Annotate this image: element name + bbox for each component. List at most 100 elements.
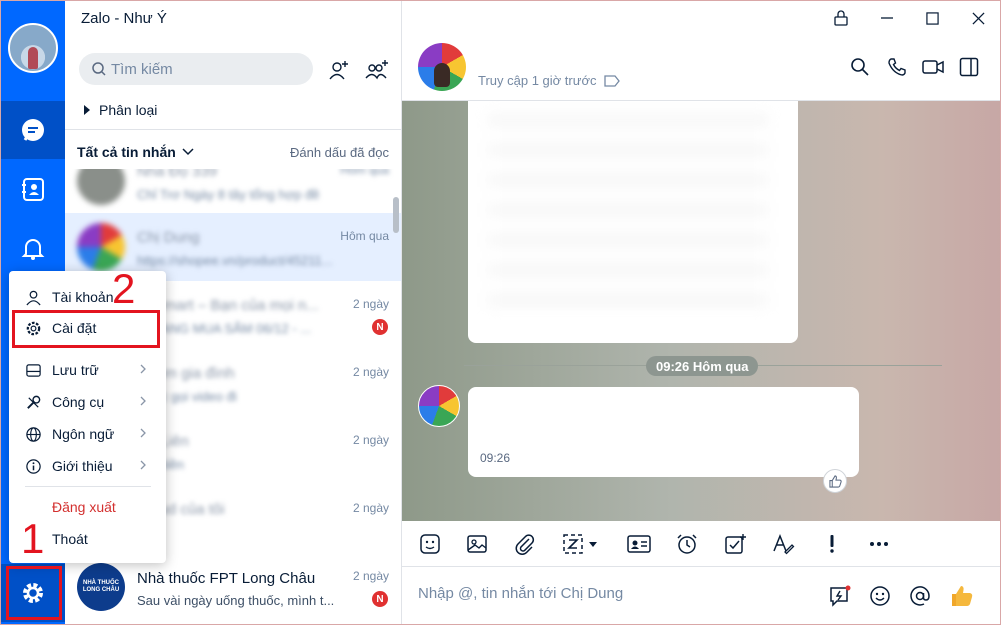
search-icon	[92, 62, 106, 76]
menu-item-label: Tài khoản	[52, 289, 114, 305]
mark-all-read-link[interactable]: Đánh dấu đã đọc	[290, 145, 389, 160]
time-divider-label: 09:26 Hôm qua	[646, 356, 759, 376]
conversation-time: 2 ngày	[352, 365, 389, 379]
classify-toggle[interactable]: Phân loại	[83, 102, 157, 118]
search-box[interactable]	[79, 53, 313, 85]
exclamation-icon	[830, 535, 834, 553]
unread-badge: N	[372, 319, 388, 335]
image-button[interactable]	[464, 531, 490, 557]
composer-toolbar	[402, 521, 1000, 567]
reminder-button[interactable]	[674, 531, 700, 557]
bell-icon	[21, 239, 45, 260]
maximize-icon	[925, 11, 939, 25]
list-item[interactable]: NHÀ THUỐC LONG CHÂU Nhà thuốc FPT Long C…	[65, 553, 401, 621]
message-bubble[interactable]	[468, 101, 798, 343]
tag-icon[interactable]	[604, 74, 621, 87]
chevron-right-icon	[140, 460, 146, 470]
add-group-icon	[365, 60, 388, 80]
add-user-icon	[329, 61, 348, 80]
settings-highlight-box	[12, 310, 160, 348]
lock-button[interactable]	[830, 7, 852, 29]
step-2-label: 2	[112, 265, 136, 312]
video-camera-icon	[922, 60, 944, 74]
close-button[interactable]	[967, 7, 989, 29]
screenshot-button[interactable]	[560, 531, 604, 557]
close-icon	[971, 11, 985, 25]
list-item[interactable]: Nhà Đọ 339 Chỉ Trơ Ngày 8 tây tổng hợp đ…	[65, 169, 401, 215]
contact-card-icon	[627, 535, 651, 553]
sticker-button[interactable]	[417, 531, 443, 557]
video-call-button[interactable]	[921, 55, 945, 79]
menu-item-label: Lưu trữ	[52, 362, 99, 378]
contact-avatar[interactable]	[418, 385, 460, 427]
menu-item-tools[interactable]: Công cụ	[9, 387, 166, 417]
search-input[interactable]	[111, 60, 301, 78]
avatar	[77, 223, 125, 271]
quick-message-button[interactable]	[827, 583, 853, 609]
chevron-right-icon	[140, 364, 146, 374]
user-icon	[26, 290, 41, 305]
phone-icon	[888, 58, 906, 76]
mark-urgent-button[interactable]	[819, 531, 845, 557]
voice-call-button[interactable]	[885, 55, 909, 79]
send-contact-card-button[interactable]	[625, 531, 653, 557]
notifications-tab[interactable]	[1, 219, 65, 277]
minimize-button[interactable]	[876, 7, 898, 29]
task-check-icon	[725, 534, 746, 554]
screenshot-icon	[563, 534, 597, 554]
react-like-button[interactable]	[823, 469, 847, 493]
menu-item-language[interactable]: Ngôn ngữ	[9, 419, 166, 449]
attach-file-button[interactable]	[512, 531, 538, 557]
sidebar-panel-icon	[959, 57, 979, 77]
add-friend-button[interactable]	[326, 57, 352, 83]
emoji-button[interactable]	[867, 583, 893, 609]
mention-button[interactable]	[907, 583, 933, 609]
conversation-snippet: https://shopee.vn/product/45211...	[137, 253, 333, 268]
chevron-right-icon	[140, 428, 146, 438]
gear-highlight-box	[6, 566, 62, 620]
thumbs-up-icon	[828, 474, 842, 488]
menu-item-label: Công cụ	[52, 394, 105, 410]
window-title: Zalo - Như Ý	[81, 10, 167, 27]
conversation-snippet: ...	[137, 525, 357, 540]
message-input[interactable]	[418, 585, 808, 602]
info-icon	[26, 458, 41, 474]
menu-divider	[25, 486, 151, 487]
alarm-clock-icon	[677, 534, 697, 554]
message-bubble[interactable]: 09:26	[468, 387, 859, 477]
conversation-time: 2 ngày	[352, 501, 389, 515]
search-chat-button[interactable]	[848, 55, 872, 79]
conversation-name: Hồ Liên	[137, 433, 189, 450]
contact-status: Truy cập 1 giờ trước	[478, 73, 621, 88]
chevron-right-icon	[140, 396, 146, 406]
more-options-button[interactable]	[866, 531, 892, 557]
toggle-info-panel-button[interactable]	[957, 55, 981, 79]
send-like-button[interactable]	[949, 583, 975, 609]
menu-item-account[interactable]: Tài khoản	[9, 282, 166, 312]
globe-icon	[26, 426, 41, 442]
maximize-button[interactable]	[921, 7, 943, 29]
task-button[interactable]	[722, 531, 748, 557]
message-filter-dropdown[interactable]: Tất cả tin nhắn	[77, 144, 194, 160]
list-scrollbar[interactable]	[393, 197, 399, 233]
contact-avatar[interactable]	[418, 43, 466, 91]
classify-label: Phân loại	[99, 102, 158, 118]
chevron-down-icon	[182, 148, 194, 156]
conversation-name: Nhà Đọ 339	[137, 169, 218, 180]
message-thread: 09:26 Hôm qua 09:26	[402, 101, 1000, 521]
menu-item-about[interactable]: Giới thiệu	[9, 451, 166, 481]
conversation-name: Nhà thuốc FPT Long Châu	[137, 570, 316, 587]
conversation-name: Nhóm gia đình	[137, 365, 235, 382]
create-group-button[interactable]	[364, 57, 390, 83]
text-format-button[interactable]	[770, 531, 796, 557]
contacts-tab[interactable]	[1, 160, 65, 218]
text-format-icon	[773, 533, 795, 555]
last-seen-text: Truy cập 1 giờ trước	[478, 73, 597, 88]
list-header: Tất cả tin nhắn Đánh dấu đã đọc	[65, 129, 401, 169]
conversation-time: Hôm qua	[340, 229, 389, 243]
messages-tab[interactable]	[1, 101, 65, 159]
user-avatar[interactable]	[8, 23, 58, 73]
conversation-snippet: M NANG MUA SẮM 06/12 - ...	[137, 321, 312, 336]
menu-item-storage[interactable]: Lưu trữ	[9, 355, 166, 385]
caret-right-icon	[84, 105, 90, 115]
